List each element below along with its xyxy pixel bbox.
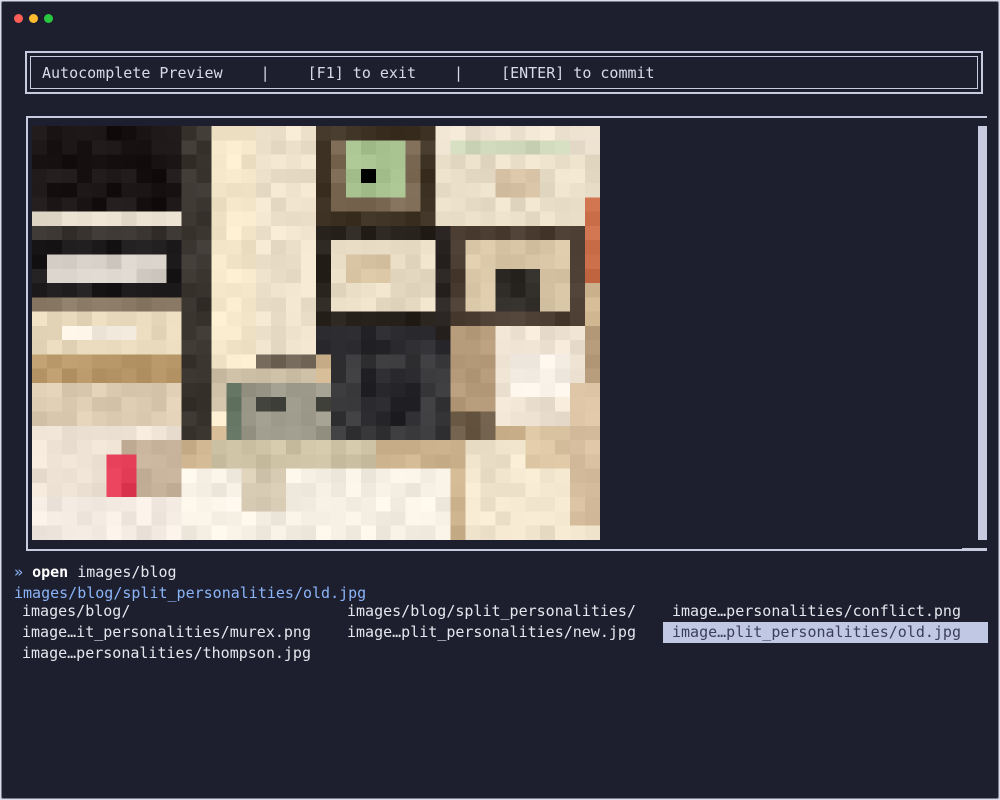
header-box: Autocomplete Preview | [F1] to exit | [ENTER… xyxy=(25,51,983,94)
terminal-window: Autocomplete Preview | [F1] to exit | [ENTER… xyxy=(1,1,999,799)
exit-hint: [F1] to exit xyxy=(307,63,417,82)
commit-hint: [ENTER] to commit xyxy=(501,63,655,82)
suggestion-item[interactable]: image…it_personalities/murex.png xyxy=(13,622,333,643)
command-prompt[interactable]: » open images/blog xyxy=(14,563,177,581)
title-bar xyxy=(2,2,998,32)
suggestion-item-selected[interactable]: image…plit_personalities/old.jpg xyxy=(663,622,988,643)
prompt-argument: images/blog xyxy=(77,563,177,581)
header-separator: | xyxy=(260,63,270,82)
prompt-command: open xyxy=(32,563,69,581)
preview-scrollbar[interactable] xyxy=(978,126,987,540)
maximize-window-button[interactable] xyxy=(44,14,53,23)
suggestion-item[interactable]: image…plit_personalities/new.jpg xyxy=(338,622,658,643)
header-separator: | xyxy=(454,63,464,82)
image-preview xyxy=(32,126,600,540)
header-title: Autocomplete Preview xyxy=(42,63,223,82)
suggestion-item[interactable]: image…personalities/thompson.jpg xyxy=(13,643,333,664)
suggestion-item[interactable]: images/blog/ xyxy=(13,601,333,622)
prompt-symbol: » xyxy=(14,563,24,581)
header-bar: Autocomplete Preview | [F1] to exit | [ENTER… xyxy=(30,56,978,89)
minimize-window-button[interactable] xyxy=(29,14,38,23)
suggestion-item[interactable]: images/blog/split_personalities/ xyxy=(338,601,658,622)
suggestion-item[interactable]: image…personalities/conflict.png xyxy=(663,601,988,622)
preview-scrollbar-end xyxy=(962,548,987,551)
completion-preview: images/blog/split_personalities/old.jpg xyxy=(14,584,367,602)
close-window-button[interactable] xyxy=(14,14,23,23)
